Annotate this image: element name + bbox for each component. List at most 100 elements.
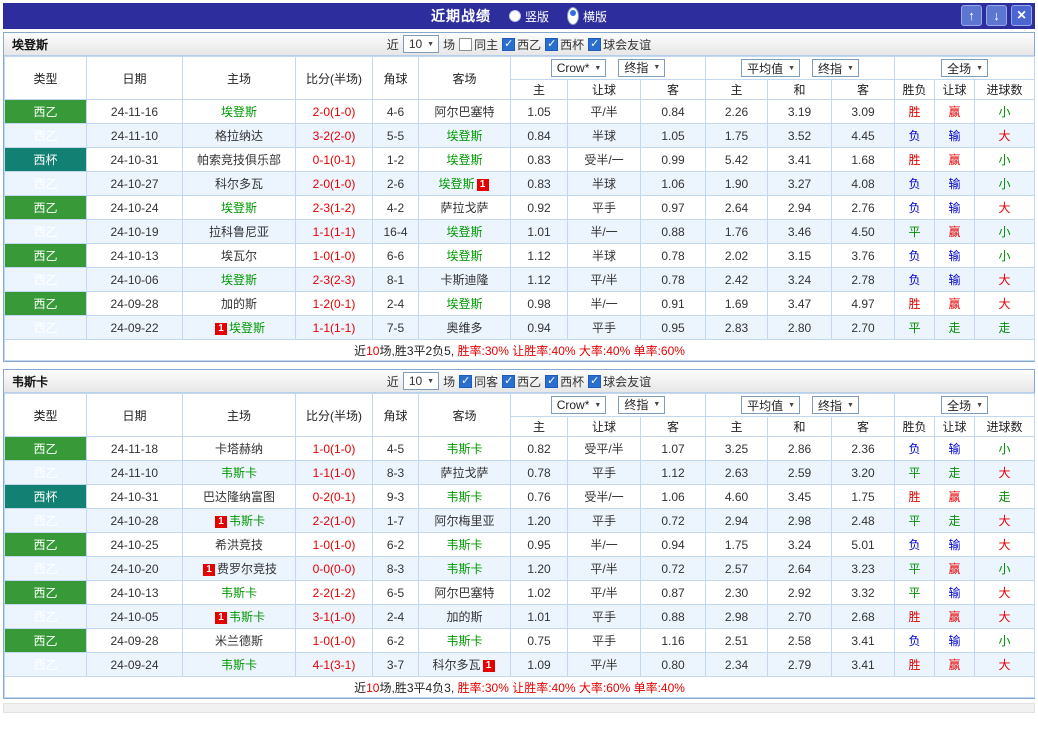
- filter-checkbox[interactable]: 西乙: [502, 373, 541, 390]
- asian-home-odds-cell: 0.95: [510, 532, 568, 557]
- view-option-horizontal[interactable]: 横版: [567, 7, 607, 25]
- header-dropdown[interactable]: 终指 ▼: [618, 58, 666, 77]
- filter-checkbox[interactable]: 同主: [459, 36, 498, 53]
- column-header: 日期: [86, 393, 183, 437]
- competition-cell: 西乙: [4, 652, 87, 677]
- summary-segment: 场,胜3平4负3,: [379, 680, 458, 695]
- euro-home-odds-cell: 2.83: [705, 315, 769, 340]
- checkbox-label: 西乙: [517, 37, 542, 52]
- summary-segment: 10: [366, 343, 380, 358]
- sub-column-header: 客: [831, 79, 896, 100]
- score-cell: 2-0(1-0): [295, 99, 373, 124]
- scroll-down-button[interactable]: ↓: [986, 5, 1007, 26]
- filter-bar: 近 10 ▼ 场 同主 西乙 西杯 球会友谊: [4, 35, 1034, 53]
- checkbox-icon[interactable]: [502, 37, 516, 51]
- checkbox-icon[interactable]: [545, 374, 559, 388]
- checkbox-label: 西杯: [560, 37, 585, 52]
- match-count-select[interactable]: 10 ▼: [402, 35, 440, 53]
- summary-segment: 胜率:30%: [457, 680, 509, 695]
- team-label: 希洪竞技: [214, 538, 263, 552]
- column-header: 主场: [182, 56, 296, 100]
- red-card-badge: 1: [214, 611, 227, 624]
- filter-checkbox[interactable]: 球会友谊: [588, 373, 651, 390]
- competition-cell: 西乙: [4, 556, 87, 581]
- red-card-badge: 1: [202, 563, 215, 576]
- sub-column-header: 让球: [934, 416, 976, 437]
- handicap-result-cell: 赢: [934, 147, 976, 172]
- asian-away-odds-cell: 1.06: [639, 171, 707, 196]
- team-label: 萨拉戈萨: [440, 466, 489, 480]
- score-cell: 1-0(1-0): [295, 436, 373, 461]
- corner-cell: 6-6: [372, 243, 419, 268]
- match-result-cell: 负: [894, 243, 936, 268]
- header-dropdown[interactable]: 终指 ▼: [618, 395, 666, 414]
- asian-away-odds-cell: 0.97: [639, 195, 707, 220]
- euro-home-odds-cell: 2.42: [705, 267, 769, 292]
- goals-result-cell: 走: [974, 315, 1036, 340]
- euro-home-odds-cell: 1.75: [705, 123, 769, 148]
- competition-cell: 西乙: [4, 628, 87, 653]
- checkbox-icon[interactable]: [588, 37, 602, 51]
- checkbox-icon[interactable]: [545, 37, 559, 51]
- asian-home-odds-cell: 1.05: [510, 99, 568, 124]
- header-dropdown[interactable]: 终指 ▼: [812, 59, 859, 77]
- radio-icon[interactable]: [567, 7, 579, 25]
- checkbox-icon[interactable]: [502, 374, 516, 388]
- team-name: 埃登斯: [12, 37, 49, 52]
- euro-away-odds-cell: 2.78: [831, 267, 896, 292]
- home-team-cell: 加的斯: [182, 291, 296, 316]
- checkbox-label: 球会友谊: [603, 37, 652, 52]
- away-team-cell: 埃登斯: [418, 219, 511, 244]
- team-label: 埃登斯: [446, 249, 483, 263]
- horizontal-scrollbar[interactable]: [3, 703, 1035, 713]
- home-team-cell: 韦斯卡: [182, 652, 296, 677]
- euro-home-odds-cell: 2.02: [705, 243, 769, 268]
- filter-checkbox[interactable]: 西杯: [545, 373, 584, 390]
- match-count-select[interactable]: 10 ▼: [402, 372, 440, 390]
- home-team-cell: 希洪竞技: [182, 532, 296, 557]
- euro-draw-odds-cell: 3.19: [767, 99, 833, 124]
- corner-cell: 5-5: [372, 123, 419, 148]
- header-dropdown[interactable]: 终指 ▼: [812, 396, 859, 414]
- asian-home-odds-cell: 0.83: [510, 147, 568, 172]
- header-dropdown[interactable]: 全场 ▼: [941, 59, 989, 77]
- header-dropdown[interactable]: Crow* ▼: [550, 59, 607, 78]
- away-team-cell: 韦斯卡: [418, 484, 511, 509]
- match-row: 西乙 24-11-18 卡塔赫纳 1-0(1-0) 4-5 韦斯卡 0.82 受平/半 1.07…: [4, 436, 1036, 461]
- match-row: 西乙 24-10-06 埃登斯 2-3(2-3) 8-1 卡斯迪隆 1.12 平/半 0.78 2…: [4, 267, 1036, 292]
- asian-handicap-cell: 平/半: [567, 99, 641, 124]
- match-row: 西乙 24-10-20 1 费罗尔竞技 0-0(0-0) 8-3 韦斯卡 1.20 平/半 0.7…: [4, 556, 1036, 581]
- radio-icon[interactable]: [508, 10, 521, 22]
- home-team-cell: 埃瓦尔: [182, 243, 296, 268]
- competition-cell: 西杯: [4, 147, 87, 172]
- summary-segment: 胜率:30%: [457, 343, 509, 358]
- filter-checkbox[interactable]: 球会友谊: [588, 36, 651, 53]
- scroll-up-button[interactable]: ↑: [961, 5, 982, 26]
- team-label: 加的斯: [446, 610, 483, 624]
- checkbox-icon[interactable]: [588, 374, 602, 388]
- header-dropdown[interactable]: 平均值 ▼: [741, 59, 801, 77]
- match-result-cell: 负: [894, 532, 936, 557]
- filter-checkbox[interactable]: 西乙: [502, 36, 541, 53]
- asian-handicap-cell: 受半/一: [567, 147, 641, 172]
- filter-checkbox[interactable]: 西杯: [545, 36, 584, 53]
- away-team-cell: 萨拉戈萨: [418, 460, 511, 485]
- page-title: 近期战绩: [430, 8, 491, 24]
- close-button[interactable]: ×: [1011, 5, 1032, 26]
- header-dropdown[interactable]: 全场 ▼: [941, 396, 989, 414]
- header-dropdown[interactable]: Crow* ▼: [550, 396, 607, 415]
- header-dropdown[interactable]: 平均值 ▼: [741, 396, 801, 414]
- euro-home-odds-cell: 5.42: [705, 147, 769, 172]
- asian-handicap-cell: 半/一: [567, 532, 641, 557]
- asian-handicap-cell: 平/半: [567, 580, 641, 605]
- asian-home-odds-cell: 1.01: [510, 219, 568, 244]
- match-row: 西乙 24-10-24 埃登斯 2-3(1-2) 4-2 萨拉戈萨 0.92 平手 0.97 2.…: [4, 195, 1036, 220]
- checkbox-icon[interactable]: [459, 374, 473, 388]
- handicap-result-cell: 输: [934, 171, 976, 196]
- competition-cell: 西乙: [4, 291, 87, 316]
- view-option-vertical[interactable]: 竖版: [508, 8, 549, 25]
- date-cell: 24-10-28: [86, 508, 183, 533]
- header-dropdown-value: 全场: [947, 398, 972, 413]
- checkbox-icon[interactable]: [459, 37, 473, 51]
- filter-checkbox[interactable]: 同客: [459, 373, 498, 390]
